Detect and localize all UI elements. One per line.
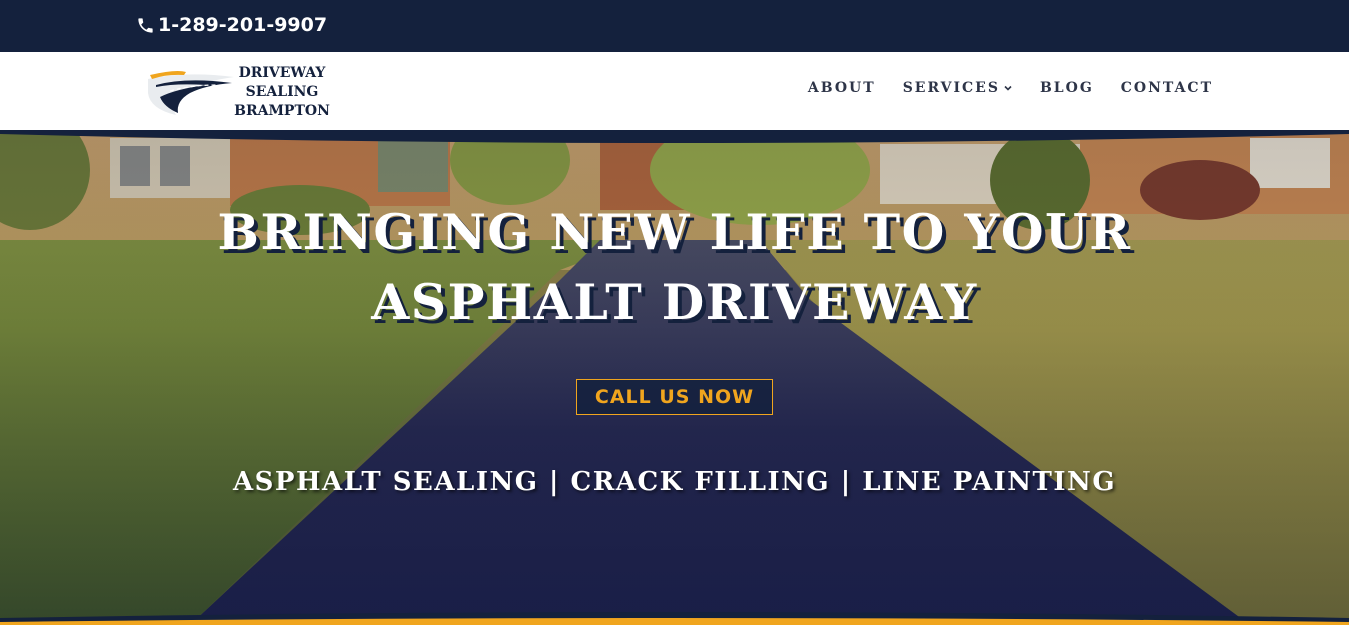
bottom-curve-divider bbox=[0, 612, 1349, 625]
header-curve-divider bbox=[0, 130, 1349, 143]
road-logo-icon bbox=[148, 71, 234, 115]
nav-item-blog[interactable]: BLOG bbox=[1040, 80, 1094, 96]
phone-link[interactable]: 1-289-201-9907 bbox=[136, 14, 327, 36]
nav-item-label: BLOG bbox=[1039, 80, 1094, 96]
site-header: DRIVEWAY SEALING BRAMPTON ABOUT SERVICES… bbox=[0, 52, 1349, 130]
hero-headline: BRINGING NEW LIFE TO YOUR ASPHALT DRIVEW… bbox=[0, 197, 1349, 337]
hero-section: BRINGING NEW LIFE TO YOUR ASPHALT DRIVEW… bbox=[0, 130, 1349, 625]
chevron-down-icon bbox=[1004, 85, 1012, 91]
phone-number: 1-289-201-9907 bbox=[158, 14, 328, 36]
top-bar: 1-289-201-9907 bbox=[0, 0, 1349, 52]
logo-wordmark: DRIVEWAY SEALING BRAMPTON bbox=[230, 64, 334, 121]
nav-item-label: CONTACT bbox=[1120, 80, 1213, 96]
headline-line-1: BRINGING NEW LIFE TO YOUR bbox=[217, 203, 1132, 261]
logo-line-3: BRAMPTON bbox=[234, 103, 330, 119]
site-logo[interactable]: DRIVEWAY SEALING BRAMPTON bbox=[146, 63, 336, 121]
phone-icon bbox=[138, 17, 153, 33]
nav-item-services[interactable]: SERVICES bbox=[903, 80, 1013, 96]
nav-item-about[interactable]: ABOUT bbox=[808, 80, 876, 96]
services-tagline: ASPHALT SEALING | CRACK FILLING | LINE P… bbox=[232, 467, 1117, 497]
headline-line-2: ASPHALT DRIVEWAY bbox=[371, 273, 978, 331]
nav-item-label: ABOUT bbox=[807, 80, 876, 96]
call-us-now-button[interactable]: CALL US NOW bbox=[576, 379, 773, 415]
nav-item-label: SERVICES bbox=[902, 80, 1000, 96]
main-nav: ABOUT SERVICES BLOG CONTACT bbox=[781, 80, 1213, 96]
nav-item-contact[interactable]: CONTACT bbox=[1121, 80, 1213, 96]
logo-line-2: SEALING bbox=[245, 84, 319, 100]
logo-line-1: DRIVEWAY bbox=[238, 65, 326, 81]
